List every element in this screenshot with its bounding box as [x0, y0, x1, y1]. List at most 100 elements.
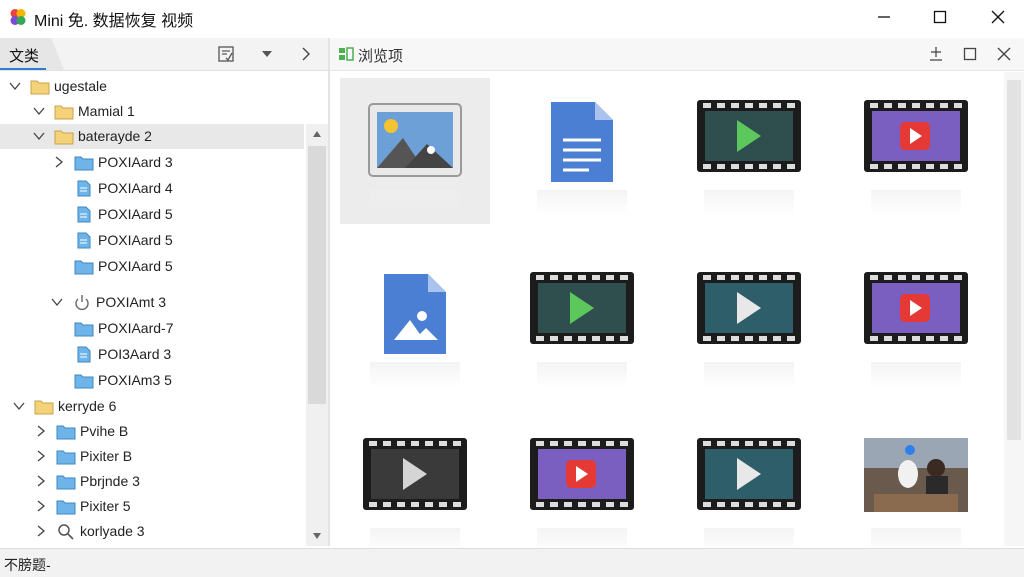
expand-chevron-right-icon[interactable] — [52, 155, 66, 169]
power-icon — [72, 294, 92, 311]
active-tab-indicator — [0, 68, 46, 70]
tree-item[interactable]: POXIAard 5 — [0, 254, 304, 279]
tree-item-label: POXIAard 3 — [98, 154, 173, 170]
expand-chevron-down-icon[interactable] — [32, 129, 46, 143]
panel-divider[interactable] — [328, 38, 330, 546]
thumbnail-item[interactable] — [674, 416, 824, 546]
preview-scroll-thumb[interactable] — [1007, 80, 1021, 440]
tree-item[interactable]: POXIAard 3 — [0, 150, 304, 175]
file-blue-icon — [74, 206, 94, 223]
thumbnail-item[interactable] — [841, 78, 991, 224]
folder-blue-icon — [56, 498, 76, 515]
expand-chevron-down-icon[interactable] — [32, 104, 46, 118]
tree-item[interactable]: POXIAard 5 — [0, 228, 304, 253]
search-icon — [56, 523, 76, 540]
video-green-play-icon — [507, 272, 657, 344]
tree-item-label: POXIAard 4 — [98, 180, 173, 196]
tree-item[interactable]: Pixiter B — [0, 444, 304, 469]
thumbnail-reflection — [537, 528, 627, 546]
tree-item[interactable]: POI3Aard 3 — [0, 342, 304, 367]
thumbnail-item[interactable] — [507, 250, 657, 396]
tree-item-label: Mamial 1 — [78, 103, 135, 119]
tree-item-label: POXIAard-7 — [98, 320, 174, 336]
thumbnail-reflection — [871, 528, 961, 546]
checklist-button[interactable] — [216, 44, 236, 64]
tree-item[interactable]: Mamial 1 — [0, 99, 304, 124]
tree-item[interactable]: POXIAard 4 — [0, 176, 304, 201]
image-doc-icon — [340, 272, 490, 358]
scroll-down-arrow-icon[interactable] — [311, 530, 323, 542]
folder-icon — [54, 103, 74, 120]
close-button[interactable] — [976, 0, 1020, 34]
pin-button[interactable] — [926, 44, 946, 64]
video-teal-play-icon — [674, 438, 824, 510]
video-teal-play-icon — [674, 272, 824, 344]
tree-item-label: kerryde 6 — [58, 398, 117, 414]
maximize-button[interactable] — [918, 0, 962, 34]
tree-item[interactable]: ugestale — [0, 74, 304, 99]
video-red-play-icon — [841, 100, 991, 172]
preview-panel-title: 浏览项 — [358, 48, 404, 65]
tree-item[interactable]: POXIAm3 5 — [0, 368, 304, 393]
tree-item[interactable]: Pixiter 5 — [0, 494, 304, 519]
folder-blue-icon — [56, 448, 76, 465]
thumbnail-item[interactable] — [841, 250, 991, 396]
dropdown-button[interactable] — [257, 44, 277, 64]
chevron-right-icon — [302, 47, 310, 61]
expand-chevron-down-icon[interactable] — [8, 79, 22, 93]
maximize-icon — [933, 10, 947, 24]
tree-item[interactable]: kerryde 6 — [0, 394, 304, 419]
thumbnail-item[interactable] — [340, 250, 490, 396]
tree-item-label: POXIAard 5 — [98, 258, 173, 274]
expand-chevron-down-icon[interactable] — [50, 295, 64, 309]
folder-blue-icon — [74, 372, 94, 389]
preview-scrollbar[interactable] — [1004, 72, 1024, 546]
video-red-play-icon — [507, 438, 657, 510]
tree-item[interactable]: POXIAard 5 — [0, 202, 304, 227]
tree-item-label: POXIAard 5 — [98, 206, 173, 222]
tree-item[interactable]: Pvihe B — [0, 419, 304, 444]
folder-blue-icon — [74, 154, 94, 171]
tab-files-label: 文类 — [9, 48, 40, 65]
tree-item[interactable]: POXIAard-7 — [0, 316, 304, 341]
expand-chevron-right-icon[interactable] — [34, 424, 48, 438]
tree-scroll-thumb[interactable] — [308, 146, 326, 404]
tree-item[interactable]: Pbrjnde 3 — [0, 469, 304, 494]
panel-next-button[interactable] — [296, 44, 316, 64]
document-icon — [507, 100, 657, 186]
status-text: 不膀题- — [4, 557, 51, 573]
expand-chevron-right-icon[interactable] — [34, 524, 48, 538]
preview-grid — [332, 72, 1004, 546]
tree-item[interactable]: POXIAmt 3 — [0, 290, 304, 315]
expand-chevron-right-icon[interactable] — [34, 499, 48, 513]
tree-item-label: POXIAm3 5 — [98, 372, 172, 388]
photo-thumbnail — [841, 438, 991, 512]
thumbnail-item[interactable] — [340, 78, 490, 224]
expand-chevron-right-icon[interactable] — [34, 449, 48, 463]
expand-chevron-right-icon[interactable] — [34, 474, 48, 488]
close-panel-button[interactable] — [994, 44, 1014, 64]
thumbnail-item[interactable] — [841, 416, 991, 546]
minimize-button[interactable] — [862, 0, 906, 34]
tree-item[interactable]: korlyade 3 — [0, 519, 304, 544]
restore-panel-button[interactable] — [960, 44, 980, 64]
thumbnail-item[interactable] — [674, 78, 824, 224]
thumbnail-reflection — [370, 528, 460, 546]
left-panel-header: 文类 — [0, 38, 328, 71]
thumbnail-item[interactable] — [507, 78, 657, 224]
thumbnail-item[interactable] — [340, 416, 490, 546]
file-blue-icon — [74, 346, 94, 363]
expand-chevron-down-icon[interactable] — [12, 399, 26, 413]
scroll-up-arrow-icon[interactable] — [311, 128, 323, 140]
thumbnail-item[interactable] — [674, 250, 824, 396]
folder-icon — [34, 398, 54, 415]
preview-panel-header: 浏览项 — [330, 38, 1024, 71]
window-title: Mini 免. 数据恢复 视频 — [34, 13, 194, 30]
thumbnail-item[interactable] — [507, 416, 657, 546]
thumbnail-reflection — [704, 362, 794, 388]
folder-blue-icon — [74, 258, 94, 275]
tree-item[interactable]: baterayde 2 — [0, 124, 304, 149]
tree-item-label: korlyade 3 — [80, 523, 145, 539]
tree-scrollbar[interactable] — [306, 124, 328, 546]
title-bar: Mini 免. 数据恢复 视频 — [0, 0, 1024, 34]
